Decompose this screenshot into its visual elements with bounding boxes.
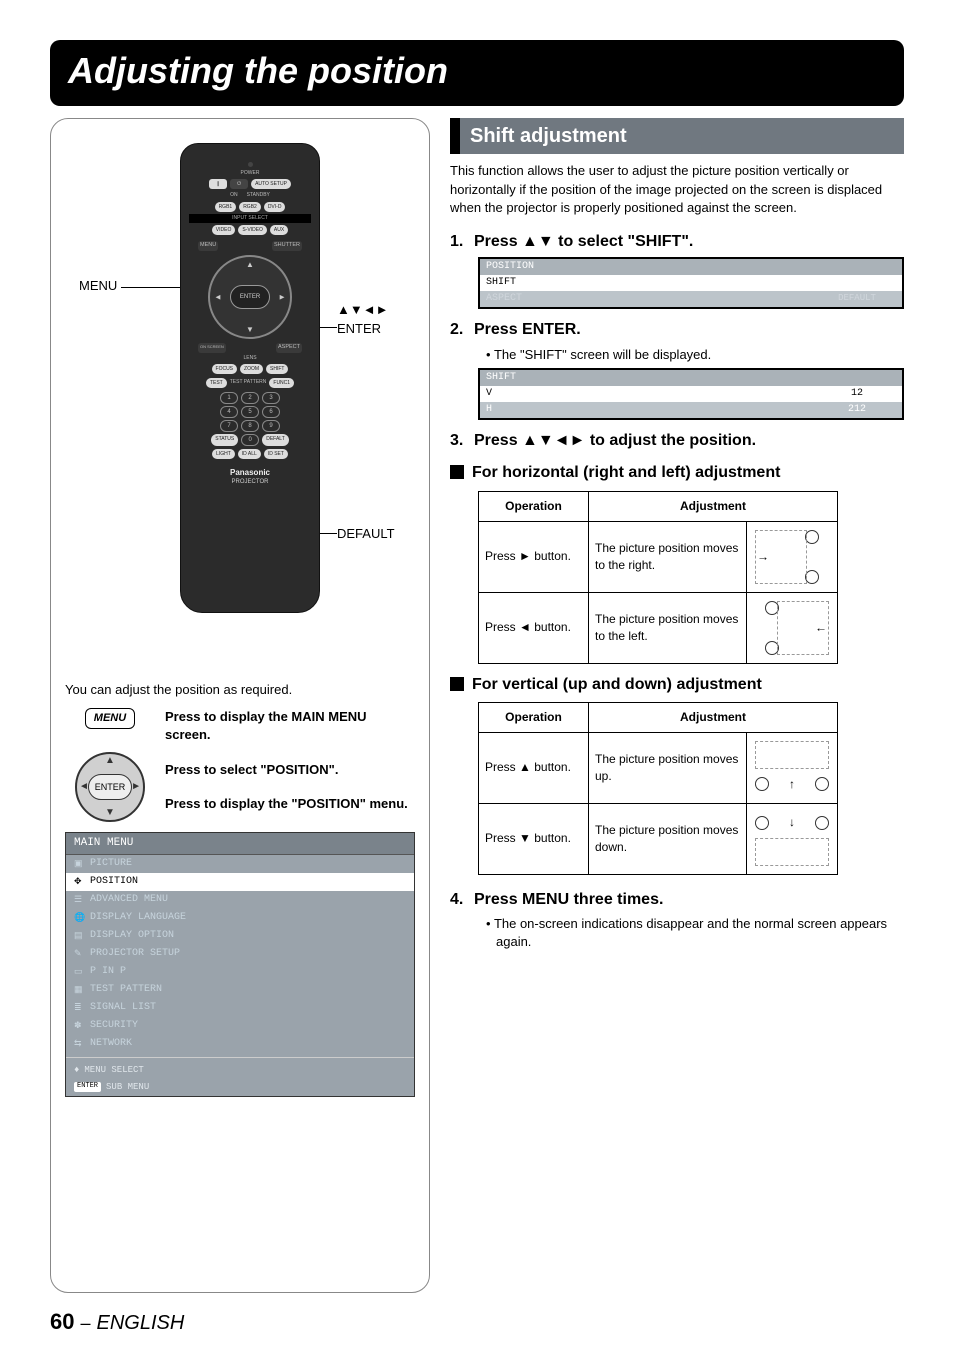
section-intro: This function allows the user to adjust … (450, 162, 904, 217)
aspect-button[interactable]: ASPECT (276, 343, 302, 353)
osd-item: ▣PICTURE (66, 855, 414, 873)
osd-title: MAIN MENU (66, 833, 414, 855)
step-4: 4.Press MENU three times. (450, 889, 904, 911)
osd-item: ≣SIGNAL LIST (66, 999, 414, 1017)
osd-item: ☰ADVANCED MENU (66, 891, 414, 909)
osd-main-menu: MAIN MENU ▣PICTURE✥POSITION☰ADVANCED MEN… (65, 832, 415, 1097)
shift-values-table: SHIFT V12H212 (478, 368, 904, 420)
instr-step-b: Press to select "POSITION". (165, 761, 415, 779)
power-on-button[interactable]: ❙ (209, 179, 227, 189)
dpad[interactable]: ▲▼ ◄► ENTER (208, 255, 292, 339)
left-intro: You can adjust the position as required. (65, 681, 415, 699)
table-row: Press ◄ button.The picture position move… (479, 592, 838, 663)
focus-button[interactable]: FOCUS (212, 364, 238, 374)
step-3: 3.Press ▲▼◄► to adjust the position. (450, 430, 904, 452)
svideo-button[interactable]: S-VIDEO (238, 225, 267, 235)
callout-menu: MENU (79, 277, 117, 295)
osd-item: ⇆NETWORK (66, 1035, 414, 1053)
step-4-sub: The on-screen indications disappear and … (486, 915, 904, 951)
table-row: Press ▲ button.The picture position move… (479, 732, 838, 803)
subhead-horizontal: For horizontal (right and left) adjustme… (450, 462, 904, 484)
onscreen-button[interactable]: ON SCREEN (198, 343, 226, 353)
auto-setup-button[interactable]: AUTO SETUP (251, 179, 291, 189)
horizontal-table: OperationAdjustment Press ► button.The p… (478, 491, 838, 664)
standby-button[interactable]: ⏻ (230, 179, 248, 189)
osd-item: ✥POSITION (66, 873, 414, 891)
default-button[interactable]: DEFALT (262, 434, 289, 446)
osd-item: ▭P IN P (66, 963, 414, 981)
table-row: V12 (480, 386, 902, 402)
table-row: ASPECTDEFAULT (480, 291, 902, 307)
remote-body: POWER ❙ ⏻ AUTO SETUP ONSTANDBY RGB1 RGB2… (180, 143, 320, 613)
table-row: H212 (480, 402, 902, 418)
shift-button[interactable]: SHIFT (266, 364, 288, 374)
remote-diagram: MENU ▲▼◄► ENTER DEFAULT POWER ❙ ⏻ AUTO S… (65, 133, 415, 673)
subhead-vertical: For vertical (up and down) adjustment (450, 674, 904, 696)
step-1: 1.Press ▲▼ to select "SHIFT". (450, 231, 904, 253)
callout-default: DEFAULT (337, 525, 395, 543)
rgb1-button[interactable]: RGB1 (215, 202, 237, 212)
shift-select-table: POSITIONSHIFTASPECTDEFAULT (478, 257, 904, 309)
vertical-table: OperationAdjustment Press ▲ button.The p… (478, 702, 838, 875)
table-row: Press ► button.The picture position move… (479, 521, 838, 592)
test-button[interactable]: TEST (206, 378, 227, 388)
video-button[interactable]: VIDEO (212, 225, 236, 235)
light-button[interactable]: LIGHT (212, 449, 235, 459)
table-row: SHIFT (480, 275, 902, 291)
section-title: Shift adjustment (450, 118, 904, 154)
idset-button[interactable]: ID SET (264, 449, 288, 459)
left-panel: MENU ▲▼◄► ENTER DEFAULT POWER ❙ ⏻ AUTO S… (50, 118, 430, 1293)
osd-footer-2: ENTERSUB MENU (66, 1079, 414, 1096)
instr-step-c: Press to display the "POSITION" menu. (165, 795, 415, 813)
enter-button[interactable]: ENTER (230, 285, 270, 309)
osd-item: ✽SECURITY (66, 1017, 414, 1035)
zoom-button[interactable]: ZOOM (240, 364, 263, 374)
aux-button[interactable]: AUX (270, 225, 288, 235)
instr-step-a: Press to display the MAIN MENU screen. (165, 708, 415, 744)
step-2: 2.Press ENTER. (450, 319, 904, 341)
idall-button[interactable]: ID ALL (238, 449, 261, 459)
status-button[interactable]: STATUS (211, 434, 238, 446)
shutter-button[interactable]: SHUTTER (272, 241, 302, 251)
osd-footer-1: ♦MENU SELECT (66, 1062, 414, 1079)
dvid-button[interactable]: DVI-D (264, 202, 286, 212)
table-row: Press ▼ button.The picture position move… (479, 803, 838, 874)
callout-enter: ▲▼◄► ENTER (337, 301, 388, 337)
osd-item: ✎PROJECTOR SETUP (66, 945, 414, 963)
rgb2-button[interactable]: RGB2 (239, 202, 261, 212)
page-footer: 60 – ENGLISH (50, 1307, 904, 1338)
osd-item: 🌐DISPLAY LANGUAGE (66, 909, 414, 927)
osd-item: ▤DISPLAY OPTION (66, 927, 414, 945)
menu-button[interactable]: MENU (198, 241, 218, 251)
menu-chip: MENU (85, 708, 135, 729)
enter-disc-graphic: ▲▼◄► ENTER (75, 752, 145, 822)
func1-button[interactable]: FUNC1 (269, 378, 294, 388)
page-title: Adjusting the position (50, 40, 904, 106)
osd-item: ▦TEST PATTERN (66, 981, 414, 999)
table-row: POSITION (480, 259, 902, 275)
step-2-sub: The "SHIFT" screen will be displayed. (486, 346, 904, 364)
